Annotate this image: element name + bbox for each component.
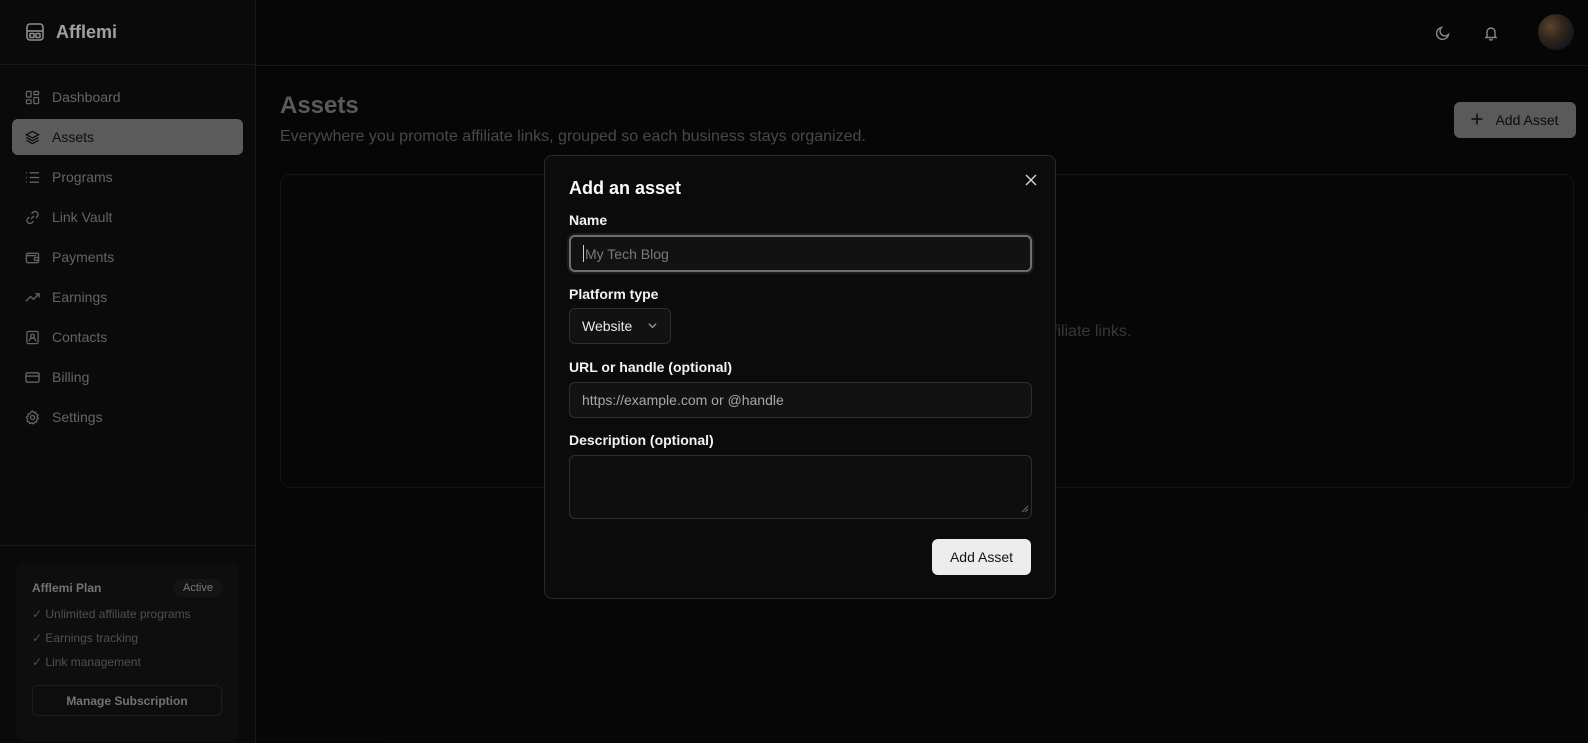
description-textarea[interactable] (569, 455, 1032, 519)
add-asset-dialog: Add an asset Name My Tech Blog Platform … (544, 155, 1056, 599)
resize-handle-icon[interactable] (1021, 500, 1029, 516)
text-caret (583, 245, 584, 262)
platform-type-value: Website (582, 318, 633, 334)
close-icon[interactable] (1023, 172, 1039, 188)
name-input[interactable]: My Tech Blog (569, 235, 1032, 272)
chevron-down-icon (647, 318, 658, 334)
name-label: Name (569, 212, 608, 228)
app-root: Afflemi Dashboard Assets Programs Link V… (0, 0, 1588, 743)
dialog-title: Add an asset (569, 178, 682, 198)
name-placeholder: My Tech Blog (585, 245, 669, 262)
platform-type-select[interactable]: Website (569, 308, 671, 344)
submit-add-asset-button[interactable]: Add Asset (932, 539, 1031, 575)
url-placeholder: https://example.com or @handle (582, 392, 784, 408)
platform-type-label: Platform type (569, 286, 659, 302)
url-label: URL or handle (optional) (569, 359, 733, 375)
url-input[interactable]: https://example.com or @handle (569, 382, 1032, 418)
description-label: Description (optional) (569, 432, 714, 448)
